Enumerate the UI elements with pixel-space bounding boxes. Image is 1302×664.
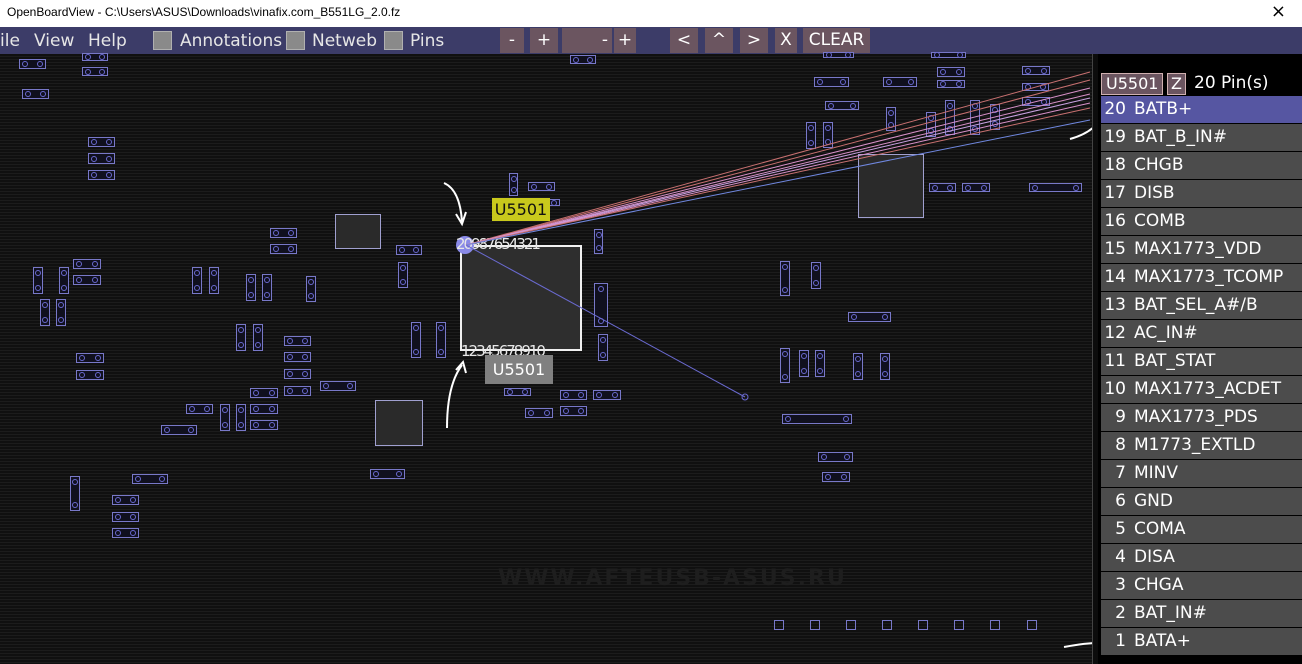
net-line — [465, 97, 1091, 246]
pin-net-name: BAT_B_IN# — [1134, 127, 1227, 147]
pin-list-item[interactable]: 12 AC_IN# — [1101, 320, 1302, 347]
pin-list-item[interactable]: 15 MAX1773_VDD — [1101, 236, 1302, 263]
pin-count: 20 Pin(s) — [1194, 73, 1269, 93]
pin-net-name: AC_IN# — [1134, 323, 1198, 343]
pin-net-name: DISB — [1134, 183, 1175, 203]
pin-number: 1 — [1115, 631, 1126, 651]
pin-list-item[interactable]: 17 DISB — [1101, 180, 1302, 207]
pin-number: 4 — [1115, 547, 1126, 567]
pin-net-name: BAT_STAT — [1134, 351, 1216, 371]
pin-net-name: MAX1773_TCOMP — [1134, 267, 1284, 287]
pin-number: 2 — [1115, 603, 1126, 623]
pin-number: 10 — [1104, 379, 1126, 399]
pin-net-name: COMB — [1134, 211, 1186, 231]
pin-net-name: BAT_IN# — [1134, 603, 1207, 623]
pin-number: 17 — [1104, 183, 1126, 203]
net-line — [465, 102, 1091, 246]
pin-list-item[interactable]: 11 BAT_STAT — [1101, 348, 1302, 375]
pin-number: 3 — [1115, 575, 1126, 595]
pin-net-name: BATB+ — [1134, 99, 1193, 119]
pin-net-name: DISA — [1134, 547, 1175, 567]
pin-list-item[interactable]: 9 MAX1773_PDS — [1101, 404, 1302, 431]
pin-number: 7 — [1115, 463, 1126, 483]
pin-list-item[interactable]: 20 BATB+ — [1101, 96, 1302, 123]
pin-number: 6 — [1115, 491, 1126, 511]
pin-list-item[interactable]: 16 COMB — [1101, 208, 1302, 235]
net-line — [465, 93, 1091, 246]
pin-net-name: COMA — [1134, 519, 1186, 539]
net-line — [465, 119, 1091, 246]
net-line — [465, 79, 1091, 246]
pin-net-name: M1773_EXTLD — [1134, 435, 1256, 455]
pin-number: 16 — [1104, 211, 1126, 231]
pin-list-item[interactable]: 5 COMA — [1101, 516, 1302, 543]
panel-part-name: U5501 — [1101, 73, 1164, 95]
pin-list-item[interactable]: 3 CHGA — [1101, 572, 1302, 599]
pin-number: 19 — [1104, 127, 1126, 147]
pin-number: 20 — [1104, 99, 1126, 119]
pin-list-item[interactable]: 8 M1773_EXTLD — [1101, 432, 1302, 459]
pin-net-name: MAX1773_ACDET — [1134, 379, 1282, 399]
net-line — [465, 71, 1091, 246]
pin-number: 5 — [1115, 519, 1126, 539]
pin-number: 14 — [1104, 267, 1126, 287]
net-line — [465, 244, 746, 398]
pin-number: 13 — [1104, 295, 1126, 315]
net-line — [465, 87, 1091, 246]
pin-list-item[interactable]: 18 CHGB — [1101, 152, 1302, 179]
pin-list-item[interactable]: 10 MAX1773_ACDET — [1101, 376, 1302, 403]
pin-number: 15 — [1104, 239, 1126, 259]
pin-list-item[interactable]: 13 BAT_SEL_A#/B — [1101, 292, 1302, 319]
zoom-to-part-button[interactable]: Z — [1167, 73, 1186, 95]
pin-net-name: CHGA — [1134, 575, 1184, 595]
pin-number: 11 — [1104, 351, 1126, 371]
pin-number: 18 — [1104, 155, 1126, 175]
pin-net-name: MINV — [1134, 463, 1179, 483]
pin-number: 8 — [1115, 435, 1126, 455]
pin-net-name: MAX1773_VDD — [1134, 239, 1262, 259]
pin-net-name: GND — [1134, 491, 1173, 511]
pin-list-item[interactable]: 14 MAX1773_TCOMP — [1101, 264, 1302, 291]
netweb-lines — [465, 71, 1091, 398]
pin-net-name: BAT_SEL_A#/B — [1134, 295, 1258, 315]
annotation-arrow-icon — [443, 182, 467, 227]
pin-net-name: MAX1773_PDS — [1134, 407, 1258, 427]
part-info-panel: U5501 Z 20 Pin(s) 20 BATB+ 19 BAT_B_IN# 18 CH… — [1098, 54, 1302, 664]
pin-list-item[interactable]: 7 MINV — [1101, 460, 1302, 487]
pin-net-name: BATA+ — [1134, 631, 1191, 651]
pin-list-item[interactable]: 6 GND — [1101, 488, 1302, 515]
pin-list-item[interactable]: 1 BATA+ — [1101, 628, 1302, 655]
pin-net-name: CHGB — [1134, 155, 1184, 175]
pin-list-item[interactable]: 19 BAT_B_IN# — [1101, 124, 1302, 151]
net-line — [465, 107, 1091, 246]
pin-list-item[interactable]: 2 BAT_IN# — [1101, 600, 1302, 627]
pin-number: 9 — [1115, 407, 1126, 427]
pin-list-item[interactable]: 4 DISA — [1101, 544, 1302, 571]
pin-list: 20 BATB+ 19 BAT_B_IN# 18 CHGB 17 DISB 16 COMB 15 MA… — [1101, 96, 1302, 656]
pin-number: 12 — [1104, 323, 1126, 343]
annotation-arrow-icon — [446, 359, 467, 429]
